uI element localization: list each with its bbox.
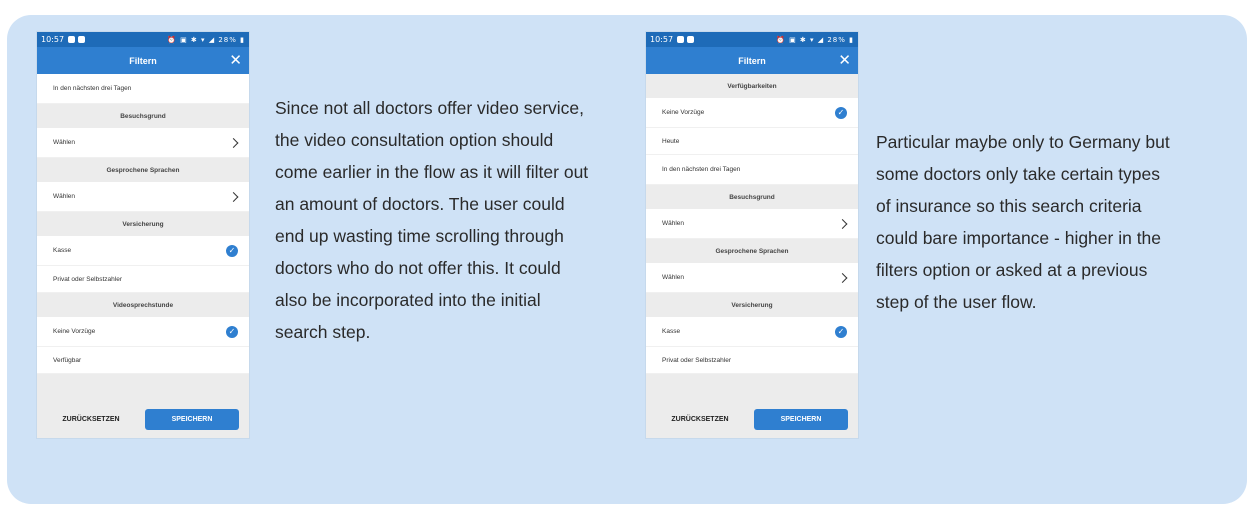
filter-list: In den nächsten drei Tagen Besuchsgrund Wä… (37, 74, 249, 374)
phone-screenshot-right: 10:57 ⏰ ▣ ✱ ▾ ◢ 28% ▮ Filtern ✕ Verfügba… (646, 32, 858, 438)
save-button[interactable]: SPEICHERN (145, 409, 239, 430)
filter-option-label: Heute (662, 137, 680, 145)
filter-option-label: Kasse (662, 328, 681, 335)
section-header: Besuchsgrund (729, 193, 775, 201)
section-header: Videosprechstunde (112, 301, 174, 309)
filter-list: Verfügbarkeiten Keine Vorzüge ✓ Heute In den… (646, 74, 858, 374)
filter-option[interactable]: Wählen (646, 263, 858, 293)
footer-actions: ZURÜCKSETZEN SPEICHERN (37, 401, 249, 438)
filter-option-label: Wählen (53, 139, 76, 146)
reset-button[interactable]: ZURÜCKSETZEN (37, 416, 145, 423)
filter-option-label: In den nächsten drei Tagen (662, 166, 741, 173)
filter-option[interactable]: Kasse ✓ (646, 317, 858, 347)
section-header: Versicherung (122, 220, 164, 228)
section-header: Gesprochene Sprachen (715, 247, 789, 255)
screen-title: Filtern (738, 55, 766, 66)
check-icon: ✓ (226, 244, 238, 257)
filter-option-label: Wählen (662, 220, 685, 227)
status-bar: 10:57 ⏰ ▣ ✱ ▾ ◢ 28% ▮ (37, 32, 249, 47)
filter-option-label: Wählen (53, 193, 76, 200)
filter-option-label: Keine Vorzüge (662, 109, 705, 116)
chevron-right-icon (228, 137, 239, 148)
section-header: Verfügbarkeiten (727, 82, 777, 90)
filter-option-label: In den nächsten drei Tagen (53, 85, 132, 92)
filter-option-label: Verfügbar (53, 356, 82, 364)
notification-icon (78, 36, 86, 43)
notification-icon (677, 36, 685, 43)
filter-option-label: Privat oder Selbstzahler (662, 356, 732, 364)
filter-option[interactable]: Wählen (37, 128, 249, 158)
close-icon[interactable]: ✕ (229, 51, 242, 69)
chevron-right-icon (837, 218, 848, 229)
check-icon: ✓ (835, 325, 847, 338)
filter-option[interactable]: Heute (646, 128, 858, 155)
check-icon: ✓ (226, 325, 238, 338)
app-bar: Filtern ✕ (37, 47, 249, 74)
check-icon: ✓ (835, 106, 847, 119)
filter-option[interactable]: Keine Vorzüge ✓ (646, 98, 858, 128)
status-bar: 10:57 ⏰ ▣ ✱ ▾ ◢ 28% ▮ (646, 32, 858, 47)
filter-option-label: Wählen (662, 274, 685, 281)
filter-option[interactable]: Wählen (37, 182, 249, 212)
section-header: Besuchsgrund (120, 112, 166, 120)
filter-option[interactable]: Keine Vorzüge ✓ (37, 317, 249, 347)
app-bar: Filtern ✕ (646, 47, 858, 74)
notification-icon (68, 36, 76, 43)
footer-actions: ZURÜCKSETZEN SPEICHERN (646, 401, 858, 438)
reset-button[interactable]: ZURÜCKSETZEN (646, 416, 754, 423)
filter-option[interactable]: Privat oder Selbstzahler (37, 266, 249, 293)
filter-option-label: Kasse (53, 247, 72, 254)
notification-icon (687, 36, 695, 43)
status-icons: ⏰ ▣ ✱ ▾ ◢ 28% ▮ (776, 35, 854, 44)
filter-option[interactable]: In den nächsten drei Tagen (37, 74, 249, 104)
video-consultation-note: Since not all doctors offer video servic… (275, 98, 589, 342)
save-button[interactable]: SPEICHERN (754, 409, 848, 430)
filter-option-label: Privat oder Selbstzahler (53, 275, 123, 283)
section-header: Gesprochene Sprachen (106, 166, 180, 174)
chevron-right-icon (837, 272, 848, 283)
section-header: Versicherung (731, 301, 773, 309)
chevron-right-icon (228, 191, 239, 202)
filter-option[interactable]: Verfügbar (37, 347, 249, 374)
status-icons: ⏰ ▣ ✱ ▾ ◢ 28% ▮ (167, 35, 245, 44)
insurance-note: Particular maybe only to Germany but som… (876, 132, 1170, 312)
status-time: 10:57 (41, 35, 65, 44)
filter-option[interactable]: Privat oder Selbstzahler (646, 347, 858, 374)
filter-option[interactable]: Kasse ✓ (37, 236, 249, 266)
close-icon[interactable]: ✕ (838, 51, 851, 69)
phone-screenshot-left: 10:57 ⏰ ▣ ✱ ▾ ◢ 28% ▮ Filtern ✕ In den n… (37, 32, 249, 438)
screen-title: Filtern (129, 55, 157, 66)
filter-option[interactable]: Wählen (646, 209, 858, 239)
filter-option[interactable]: In den nächsten drei Tagen (646, 155, 858, 185)
status-time: 10:57 (650, 35, 674, 44)
filter-option-label: Keine Vorzüge (53, 328, 96, 335)
